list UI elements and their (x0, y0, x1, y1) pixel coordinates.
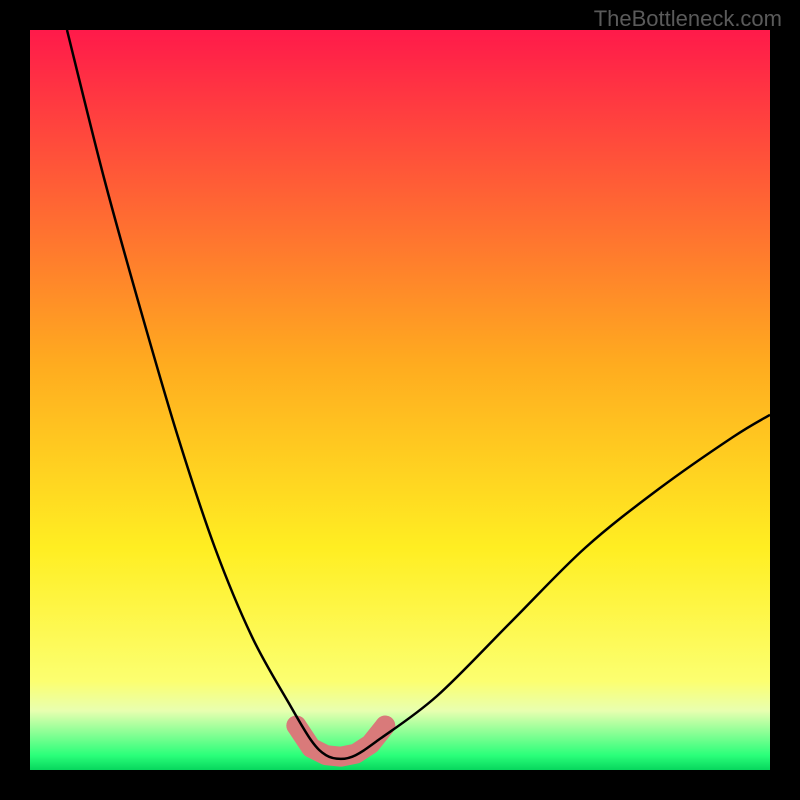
watermark-text: TheBottleneck.com (594, 6, 782, 32)
chart-container: TheBottleneck.com (0, 0, 800, 800)
chart-plot-area (30, 30, 770, 770)
highlight-endpoint (375, 716, 395, 736)
bottleneck-chart (0, 0, 800, 800)
